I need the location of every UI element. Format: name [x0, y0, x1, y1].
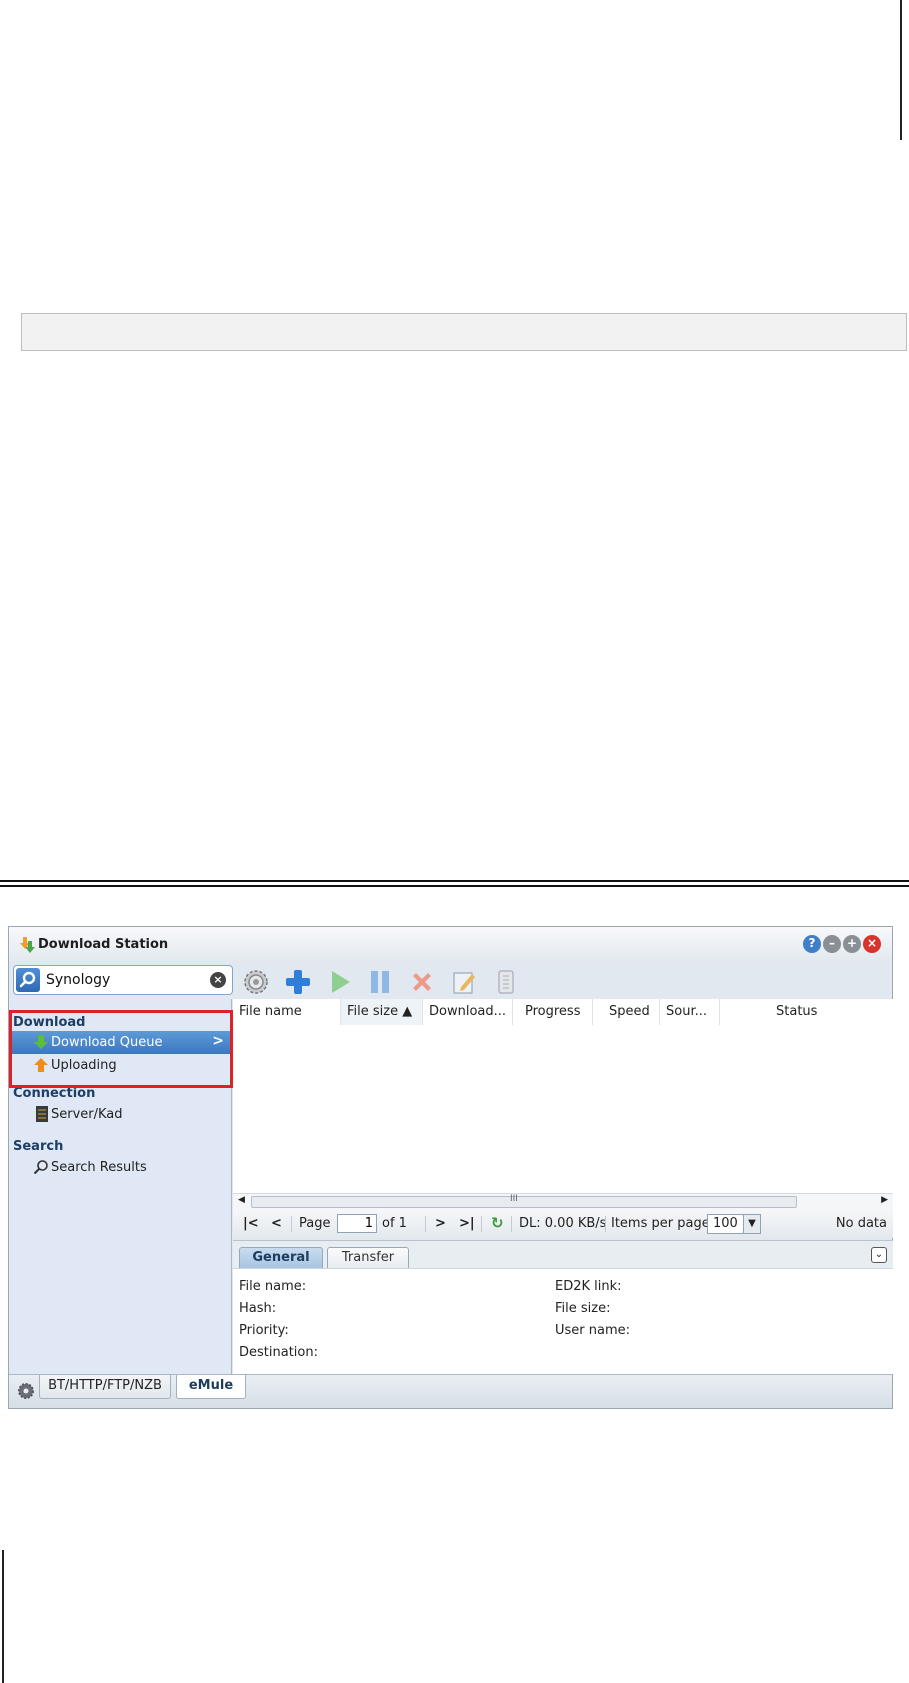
edit-icon[interactable] [449, 967, 479, 997]
minimize-icon[interactable]: – [823, 935, 841, 953]
column-label: Progress [525, 1004, 581, 1019]
sidebar-section-search: Search [13, 1139, 64, 1154]
field-destination: Destination: [239, 1345, 318, 1360]
search-box: × [13, 965, 233, 995]
next-page-icon[interactable]: > [435, 1216, 446, 1231]
last-page-icon[interactable]: >| [459, 1216, 475, 1231]
separator [291, 1216, 292, 1232]
page-number-input[interactable] [337, 1214, 377, 1233]
column-header-sources[interactable]: Sour... [660, 999, 720, 1025]
sidebar-item-label: Server/Kad [51, 1107, 123, 1122]
tab-emule[interactable]: eMule [176, 1375, 246, 1399]
page-label: Page [299, 1216, 331, 1231]
download-rate: DL: 0.00 KB/s [519, 1216, 607, 1231]
status-text: No data [835, 1216, 887, 1231]
column-label: Download... [429, 1004, 507, 1019]
search-icon[interactable] [16, 968, 40, 992]
items-per-page-value: 100 [713, 1216, 738, 1231]
tab-general[interactable]: General [239, 1247, 323, 1269]
column-label: File name [239, 1004, 302, 1019]
separator [605, 1216, 606, 1232]
scroll-left-arrow-icon[interactable]: ◀ [238, 1195, 245, 1205]
scroll-thumb[interactable]: III [251, 1194, 797, 1208]
field-ed2k-link: ED2K link: [555, 1279, 622, 1294]
pagination-bar: |< < Page of 1 > >| ↻ DL: 0.00 KB/s Item… [233, 1210, 893, 1238]
download-station-window: Download Station ? – + × × [8, 926, 893, 1409]
separator [511, 1216, 512, 1232]
prev-page-icon[interactable]: < [271, 1216, 282, 1231]
field-hash: Hash: [239, 1301, 277, 1316]
sidebar-item-label: Search Results [51, 1160, 147, 1175]
server-icon [36, 1106, 48, 1122]
field-file-name: File name: [239, 1279, 307, 1294]
download-station-app-icon [20, 937, 35, 953]
delete-icon[interactable] [407, 967, 437, 997]
page-count: of 1 [382, 1216, 407, 1231]
clear-icon[interactable] [491, 967, 521, 997]
sidebar-item-server-kad[interactable]: Server/Kad [11, 1103, 230, 1126]
highlight-box [9, 1010, 233, 1088]
chevron-down-icon: ▼ [743, 1215, 760, 1233]
tab-transfer[interactable]: Transfer [327, 1247, 409, 1269]
detail-panel: File name: Hash: Priority: Destination: … [233, 1268, 893, 1374]
column-header-file-name[interactable]: File name [233, 999, 341, 1025]
help-icon[interactable]: ? [803, 935, 821, 953]
scroll-right-arrow-icon[interactable]: ▶ [881, 1195, 888, 1205]
tab-bt-http-ftp-nzb[interactable]: BT/HTTP/FTP/NZB [39, 1375, 171, 1399]
items-per-page-select[interactable]: 100 ▼ [707, 1214, 761, 1234]
maximize-icon[interactable]: + [843, 935, 861, 953]
separator [481, 1216, 482, 1232]
close-icon[interactable]: × [863, 935, 881, 953]
sidebar-item-search-results[interactable]: Search Results [11, 1156, 230, 1179]
settings-gear-icon[interactable] [17, 1382, 35, 1400]
margin-line-bottom-left [2, 1550, 4, 1683]
first-page-icon[interactable]: |< [243, 1216, 259, 1231]
magnifier-icon [33, 1160, 48, 1175]
column-header-speed[interactable]: Speed [593, 999, 660, 1025]
column-label: Speed [609, 1004, 650, 1019]
separator [425, 1216, 426, 1232]
refresh-icon[interactable]: ↻ [491, 1214, 504, 1232]
settings-gear-icon[interactable] [241, 967, 271, 997]
field-file-size: File size: [555, 1301, 611, 1316]
column-label: Status [776, 1004, 818, 1019]
sidebar-section-connection: Connection [13, 1086, 96, 1101]
detail-tab-strip: General Transfer ⌄ [233, 1240, 893, 1269]
add-icon[interactable] [283, 967, 313, 997]
horizontal-scrollbar[interactable]: ◀ III ▶ [233, 1193, 893, 1210]
double-rule-bottom [0, 885, 909, 887]
field-priority: Priority: [239, 1323, 289, 1338]
download-grid: File name File size ▲ Download... Progre… [233, 999, 893, 1193]
double-rule-top [0, 880, 909, 882]
bottom-bar: BT/HTTP/FTP/NZB eMule [9, 1374, 892, 1408]
items-per-page-label: Items per page: [611, 1216, 715, 1231]
margin-line-top-right [900, 0, 902, 140]
title-bar: Download Station ? – + × [9, 927, 892, 961]
column-header-progress[interactable]: Progress [513, 999, 593, 1025]
pause-icon[interactable] [365, 967, 395, 997]
start-icon[interactable] [325, 967, 355, 997]
clear-search-icon[interactable]: × [210, 972, 226, 988]
column-header-status[interactable]: Status [720, 999, 893, 1025]
column-header-file-size[interactable]: File size ▲ [341, 999, 423, 1025]
scroll-grip: III [510, 1194, 518, 1204]
collapse-icon[interactable]: ⌄ [871, 1247, 887, 1263]
column-label: Sour... [666, 1004, 707, 1019]
search-input[interactable] [46, 970, 196, 990]
column-label: File size ▲ [347, 1004, 413, 1019]
column-header-downloaded[interactable]: Download... [423, 999, 513, 1025]
gray-note-bar [21, 313, 907, 351]
field-user-name: User name: [555, 1323, 631, 1338]
window-title: Download Station [38, 937, 169, 952]
